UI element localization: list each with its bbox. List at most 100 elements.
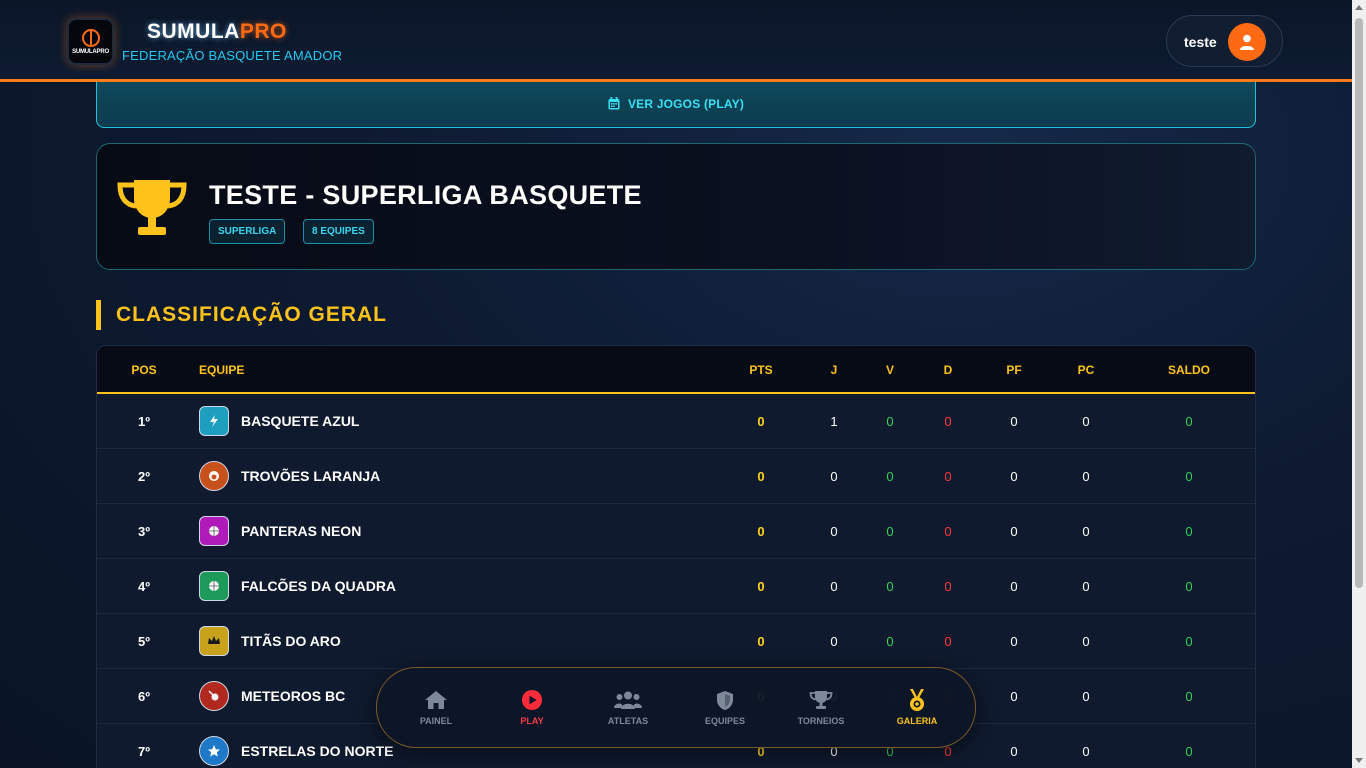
- cell-d: 0: [944, 469, 952, 484]
- team-name[interactable]: PANTERAS NEON: [241, 523, 361, 539]
- team-badge-basketball-icon: [199, 516, 229, 546]
- table-row[interactable]: 4º 0 0 0 0 0 0 0 FALCÕES DA QUADRA: [97, 559, 1255, 614]
- cell-v: 0: [886, 634, 894, 649]
- col-pos[interactable]: POS: [131, 363, 156, 377]
- col-pts[interactable]: PTS: [749, 363, 772, 377]
- cell-j: 0: [830, 634, 838, 649]
- basketball-icon: [81, 28, 100, 47]
- cell-pc: 0: [1082, 524, 1090, 539]
- table-row[interactable]: 2º 0 0 0 0 0 0 0 TROVÕES LARANJA: [97, 449, 1255, 504]
- table-row[interactable]: 1º 0 1 0 0 0 0 0 BASQUETE AZUL: [97, 394, 1255, 449]
- cell-pc: 0: [1082, 579, 1090, 594]
- shield-icon: [717, 690, 733, 710]
- team-badge-meteor-icon: [199, 681, 229, 711]
- team-name[interactable]: BASQUETE AZUL: [241, 413, 359, 429]
- nav-torneios[interactable]: TORNEIOS: [791, 688, 851, 726]
- nav-label: PAINEL: [419, 716, 453, 726]
- cell-pts: 0: [757, 469, 765, 484]
- trophy-icon: [809, 691, 833, 709]
- team-badge-crown-icon: [199, 626, 229, 656]
- nav-play[interactable]: PLAY: [502, 688, 562, 726]
- nav-equipes[interactable]: EQUIPES: [695, 688, 755, 726]
- section-title: CLASSIFICAÇÃO GERAL: [116, 303, 387, 326]
- col-v[interactable]: V: [886, 363, 894, 377]
- brand-title: SUMULAPRO: [147, 20, 287, 44]
- section-accent-bar: [96, 300, 101, 330]
- user-name: teste: [1184, 34, 1217, 50]
- nav-galeria[interactable]: GALERIA: [887, 688, 947, 726]
- play-icon: [522, 690, 542, 710]
- cell-pf: 0: [1010, 414, 1018, 429]
- team-name[interactable]: ESTRELAS DO NORTE: [241, 743, 393, 759]
- col-pc[interactable]: PC: [1078, 363, 1095, 377]
- table-row[interactable]: 3º 0 0 0 0 0 0 0 PANTERAS NEON: [97, 504, 1255, 559]
- user-avatar-icon: [1228, 23, 1266, 61]
- col-d[interactable]: D: [944, 363, 953, 377]
- nav-label: PLAY: [520, 716, 544, 726]
- cell-d: 0: [944, 414, 952, 429]
- cell-pts: 0: [757, 414, 765, 429]
- team-name[interactable]: METEOROS BC: [241, 688, 345, 704]
- cell-v: 0: [886, 414, 894, 429]
- scroll-up-arrow[interactable]: [1355, 5, 1363, 10]
- cell-saldo: 0: [1185, 414, 1193, 429]
- cell-pts: 0: [757, 634, 765, 649]
- view-games-button[interactable]: VER JOGOS (PLAY): [96, 80, 1256, 128]
- user-menu-button[interactable]: teste: [1166, 15, 1283, 67]
- nav-label: EQUIPES: [704, 716, 745, 726]
- cell-pos: 1º: [138, 414, 150, 429]
- cell-saldo: 0: [1185, 469, 1193, 484]
- team-badge-basketball-icon: [199, 571, 229, 601]
- cell-pf: 0: [1010, 634, 1018, 649]
- brand-title-part2: PRO: [239, 20, 287, 43]
- cell-v: 0: [886, 579, 894, 594]
- cell-pf: 0: [1010, 689, 1018, 704]
- team-badge-flame-icon: [199, 461, 229, 491]
- cell-pf: 0: [1010, 579, 1018, 594]
- cell-pos: 6º: [138, 689, 150, 704]
- nav-label: GALERIA: [896, 716, 938, 726]
- cell-j: 0: [830, 469, 838, 484]
- cell-d: 0: [944, 579, 952, 594]
- table-header: POS EQUIPE PTS J V D PF PC SALDO: [97, 346, 1255, 394]
- cell-pos: 3º: [138, 524, 150, 539]
- cell-v: 0: [886, 524, 894, 539]
- app-logo[interactable]: SUMULAPRO: [67, 18, 114, 65]
- cell-pos: 7º: [138, 744, 150, 759]
- col-j[interactable]: J: [831, 363, 838, 377]
- nav-atletas[interactable]: ATLETAS: [598, 688, 658, 726]
- users-icon: [614, 691, 642, 709]
- cell-d: 0: [944, 524, 952, 539]
- nav-painel[interactable]: PAINEL: [406, 688, 466, 726]
- scroll-down-arrow[interactable]: [1355, 758, 1363, 763]
- trophy-icon: [117, 180, 187, 235]
- table-row[interactable]: 5º 0 0 0 0 0 0 0 TITÃS DO ARO: [97, 614, 1255, 669]
- team-name[interactable]: TROVÕES LARANJA: [241, 468, 380, 484]
- tournament-title: TESTE - SUPERLIGA BASQUETE: [209, 180, 642, 210]
- cell-j: 0: [830, 579, 838, 594]
- cell-pos: 5º: [138, 634, 150, 649]
- cell-saldo: 0: [1185, 689, 1193, 704]
- cell-pts: 0: [757, 524, 765, 539]
- medal-icon: [910, 689, 924, 711]
- col-equipe[interactable]: EQUIPE: [199, 363, 244, 377]
- team-name[interactable]: TITÃS DO ARO: [241, 633, 341, 649]
- cell-pc: 0: [1082, 634, 1090, 649]
- team-badge-lightning-icon: [199, 406, 229, 436]
- cell-pos: 4º: [138, 579, 150, 594]
- scroll-thumb[interactable]: [1355, 18, 1363, 588]
- nav-label: TORNEIOS: [797, 716, 845, 726]
- page-scrollbar[interactable]: [1352, 0, 1366, 768]
- col-saldo[interactable]: SALDO: [1168, 363, 1210, 377]
- cell-pc: 0: [1082, 689, 1090, 704]
- team-name[interactable]: FALCÕES DA QUADRA: [241, 578, 396, 594]
- cell-pf: 0: [1010, 469, 1018, 484]
- app-header: SUMULAPRO SUMULAPRO FEDERAÇÃO BASQUETE A…: [0, 0, 1352, 82]
- tag-league: SUPERLIGA: [209, 219, 286, 244]
- cell-saldo: 0: [1185, 579, 1193, 594]
- tag-teams-count: 8 EQUIPES: [303, 219, 374, 244]
- col-pf[interactable]: PF: [1006, 363, 1021, 377]
- tournament-card: TESTE - SUPERLIGA BASQUETE SUPERLIGA 8 E…: [96, 143, 1256, 270]
- cell-j: 0: [830, 524, 838, 539]
- logo-text: SUMULAPRO: [72, 48, 109, 55]
